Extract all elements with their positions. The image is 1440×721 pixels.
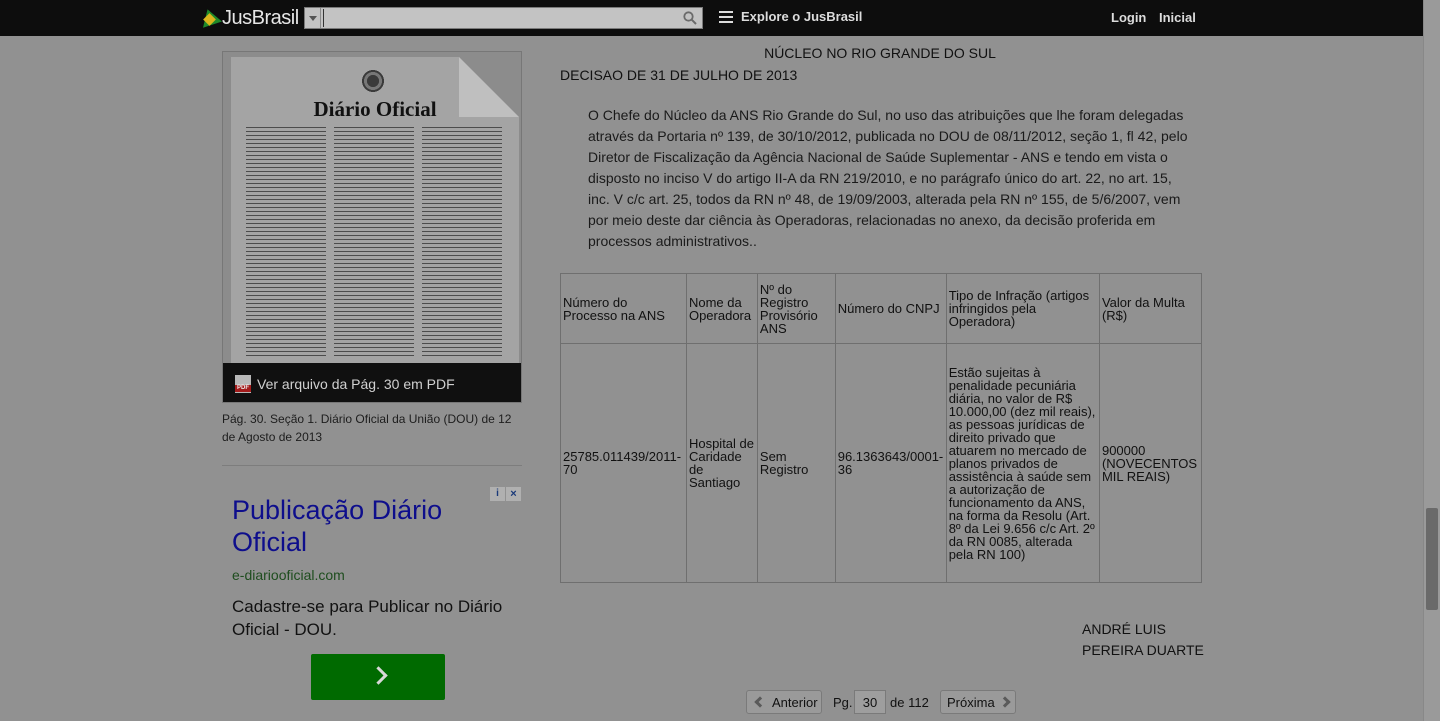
previous-page-button[interactable]: Anterior bbox=[746, 690, 822, 714]
table-cell: 25785.011439/2011-70 bbox=[560, 343, 687, 583]
table-header-row: Número do Processo na ANS Nome da Operad… bbox=[560, 273, 1203, 344]
decision-paragraph: O Chefe do Núcleo da ANS Rio Grande do S… bbox=[588, 107, 1188, 249]
logo-text: JusBrasil bbox=[222, 6, 299, 29]
search-icon[interactable] bbox=[683, 11, 697, 25]
pdf-download-link[interactable]: Ver arquivo da Pág. 30 em PDF bbox=[223, 363, 521, 402]
table-cell: Sem Registro bbox=[756, 343, 836, 583]
page-thumbnail[interactable]: Diário Oficial Ver arquivo da Pág. 30 em… bbox=[222, 51, 522, 403]
search-box bbox=[304, 7, 703, 29]
page-scrollbar[interactable] bbox=[1423, 0, 1440, 721]
explore-menu-button[interactable]: Explore o JusBrasil bbox=[719, 9, 862, 24]
page-number-input[interactable] bbox=[854, 690, 886, 714]
table-header-cell: Nome da Operadora bbox=[685, 273, 758, 344]
next-page-button[interactable]: Próxima bbox=[940, 690, 1016, 714]
table-row: 25785.011439/2011-70 Hospital de Caridad… bbox=[560, 343, 1203, 583]
next-label: Próxima bbox=[947, 694, 995, 710]
page-label: Pg. bbox=[833, 695, 853, 710]
explore-label: Explore o JusBrasil bbox=[741, 9, 863, 24]
ad-title-link[interactable]: Publicação Diário Oficial bbox=[232, 494, 512, 558]
page-total: de 112 bbox=[890, 695, 929, 710]
infractions-table: Número do Processo na ANS Nome da Operad… bbox=[560, 273, 1203, 583]
signatory-name: ANDRÉ LUIS PEREIRA DUARTE bbox=[1082, 621, 1204, 658]
table-header-cell: Valor da Multa (R$) bbox=[1098, 273, 1203, 344]
table-header-cell: Tipo de Infração (artigos infringidos pe… bbox=[945, 273, 1100, 344]
login-link[interactable]: Login bbox=[1111, 10, 1146, 25]
section-heading: NÚCLEO NO RIO GRANDE DO SUL bbox=[764, 45, 996, 61]
coat-of-arms-icon bbox=[359, 67, 387, 95]
table-cell: 96.1363643/0001-36 bbox=[834, 343, 947, 583]
table-cell: Hospital de Caridade de Santiago bbox=[685, 343, 758, 583]
diario-oficial-page-image: Diário Oficial bbox=[231, 57, 519, 363]
search-scope-dropdown[interactable] bbox=[305, 8, 321, 28]
search-input[interactable] bbox=[323, 9, 678, 27]
brasil-flag-icon bbox=[198, 6, 222, 28]
chevron-right-icon bbox=[369, 666, 388, 685]
chevron-left-icon bbox=[754, 696, 766, 708]
inicial-link[interactable]: Inicial bbox=[1159, 10, 1196, 25]
ad-open-button[interactable] bbox=[311, 654, 445, 700]
table-header-cell: Número do CNPJ bbox=[834, 273, 947, 344]
hamburger-menu-icon bbox=[719, 10, 733, 23]
decision-title: DECISAO DE 31 DE JULHO DE 2013 bbox=[560, 67, 798, 83]
thumbnail-text-columns bbox=[246, 127, 502, 357]
table-cell: Estão sujeitas à penalidade pecuniária d… bbox=[945, 343, 1100, 583]
previous-label: Anterior bbox=[772, 694, 818, 710]
table-header-cell: Número do Processo na ANS bbox=[560, 273, 687, 344]
chevron-right-icon bbox=[999, 696, 1011, 708]
top-navbar: JusBrasil Explore o JusBrasil Login Inic… bbox=[0, 0, 1423, 36]
thumbnail-title: Diário Oficial bbox=[313, 97, 437, 121]
ad-url[interactable]: e-diariooficial.com bbox=[232, 567, 345, 583]
pdf-file-icon bbox=[235, 374, 251, 393]
scrollbar-thumb[interactable] bbox=[1426, 508, 1438, 610]
page-caption: Pág. 30. Seção 1. Diário Oficial da Uniã… bbox=[222, 412, 512, 444]
sidebar-divider bbox=[222, 465, 522, 466]
ad-description: Cadastre-se para Publicar no Diário Ofic… bbox=[232, 597, 503, 639]
pdf-link-label: Ver arquivo da Pág. 30 em PDF bbox=[257, 375, 455, 392]
jusbrasil-logo[interactable]: JusBrasil bbox=[198, 6, 299, 29]
table-header-cell: Nº do Registro Provisório ANS bbox=[756, 273, 836, 344]
table-cell: 900000 (NOVECENTOS MIL REAIS) bbox=[1098, 343, 1203, 583]
